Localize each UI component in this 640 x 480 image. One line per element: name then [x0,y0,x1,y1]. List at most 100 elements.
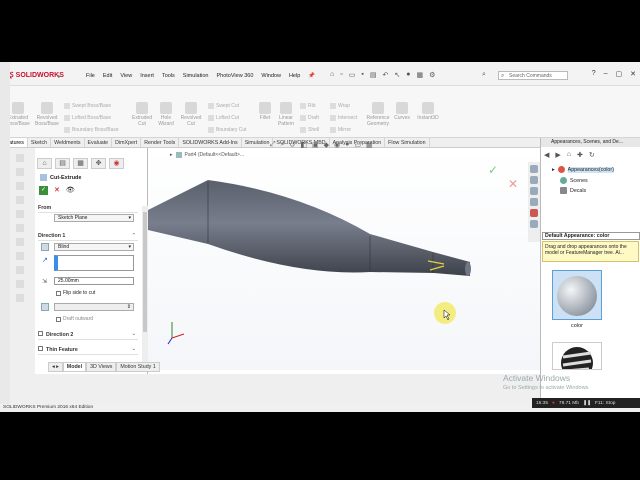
tool-icon[interactable] [16,252,24,260]
design-library-icon[interactable] [530,176,538,184]
appearance-swatch-color[interactable] [552,270,602,320]
tool-icon[interactable] [16,224,24,232]
curves-button[interactable]: Curves [392,102,412,122]
view-settings-icon[interactable]: ▦ [366,141,373,149]
direction1-section-header[interactable]: Direction 1 ⌃ [38,233,138,241]
menu-tools[interactable]: Tools [162,73,175,79]
rib-button[interactable]: Rib [300,103,316,109]
tab-weldments[interactable]: Weldments [51,138,85,147]
wrap-button[interactable]: Wrap [330,103,350,109]
menu-file[interactable]: File [86,73,95,79]
rebuild-icon[interactable]: ● [406,71,410,79]
flip-side-checkbox[interactable]: Flip side to cut [56,290,95,296]
reference-geometry-button[interactable]: Reference Geometry [363,102,393,127]
tab-simulation[interactable]: Simulation [242,138,274,147]
tab-solidworks-addins[interactable]: SOLIDWORKS Add-Ins [179,138,242,147]
previous-view-icon[interactable]: ↺ [290,141,296,149]
lofted-cut-button[interactable]: Lofted Cut [208,115,239,121]
fillet-button[interactable]: Fillet [254,102,276,122]
configuration-manager-tab-icon[interactable]: ▦ [73,158,88,169]
confirm-corner-ok-icon[interactable]: ✓ [488,163,498,177]
tool-icon[interactable] [16,182,24,190]
tab-render-tools[interactable]: Render Tools [141,138,180,147]
end-condition-dropdown[interactable]: Blind ▾ [54,243,134,251]
boundary-boss-button[interactable]: Boundary Boss/Base [64,127,119,133]
tool-icon[interactable] [16,266,24,274]
tab-model[interactable]: Model [62,362,87,372]
search-dropdown-icon[interactable]: ⌕ [482,71,486,79]
display-style-icon[interactable]: ◆ [324,141,329,149]
solidworks-resources-icon[interactable] [530,165,538,173]
forward-icon[interactable]: ▶ [555,151,560,159]
custom-properties-icon[interactable] [530,220,538,228]
from-section-header[interactable]: From [38,205,138,213]
feature-manager-tab-icon[interactable]: ⌂ [37,158,52,169]
tree-item-appearances[interactable]: ▸ Appearances(color) [552,166,614,173]
draft-button[interactable]: Draft [300,115,319,121]
apply-scene-icon[interactable]: ▭ [354,141,361,149]
menu-simulation[interactable]: Simulation [183,73,209,79]
home-icon[interactable]: ⌂ [330,71,334,79]
mirror-button[interactable]: Mirror [330,127,351,133]
view-orientation-icon[interactable]: ▣ [312,141,319,149]
feature-tree-flyout[interactable]: ▸ Part4 (Default<<Default>... [170,152,244,158]
hide-show-icon[interactable]: ◉ [334,141,340,149]
from-dropdown[interactable]: Sketch Plane ▾ [54,214,134,222]
tree-item-scenes[interactable]: Scenes [560,177,588,184]
tool-icon[interactable] [16,154,24,162]
direction-selection-box[interactable] [54,255,134,271]
display-manager-tab-icon[interactable]: ◉ [109,158,124,169]
graphics-viewport[interactable] [148,148,540,370]
thin-feature-section[interactable]: Thin Feature ⌄ [38,346,138,355]
search-commands-input[interactable]: ⌕ Search Commands [498,71,568,80]
tree-item-decals[interactable]: Decals [560,187,586,194]
home-icon[interactable]: ⌂ [567,151,571,159]
tab-flow-simulation[interactable]: Flow Simulation [385,138,430,147]
undo-icon[interactable]: ↶ [382,71,388,79]
print-icon[interactable]: ▤ [370,71,377,79]
menu-insert[interactable]: Insert [140,73,154,79]
revolved-cut-button[interactable]: Revolved Cut [177,102,205,127]
tool-icon[interactable] [16,294,24,302]
depth-input[interactable]: 25.00mm [54,277,134,285]
revolved-boss-button[interactable]: Revolved Boss/Base [33,102,61,127]
cancel-button[interactable]: ✕ [54,186,60,195]
panel-scrollbar-thumb[interactable] [143,212,147,332]
draft-angle-input[interactable]: ⇕ [54,303,134,311]
pause-icon[interactable]: ❚❚ [583,401,591,406]
close-button[interactable]: ✕ [630,70,636,78]
add-to-library-icon[interactable]: ✚ [577,151,583,159]
direction2-section[interactable]: Direction 2 ⌄ [38,331,138,340]
tool-icon[interactable] [16,168,24,176]
back-icon[interactable]: ◀ [544,151,549,159]
boundary-cut-button[interactable]: Boundary Cut [208,127,247,133]
reverse-direction-icon[interactable] [41,243,49,251]
open-icon[interactable]: ▭ [349,71,356,79]
app-logo[interactable]: ᗪꟅSOLIDWORKS [4,70,64,80]
ok-button[interactable]: ✓ [39,186,48,195]
linear-pattern-button[interactable]: Linear Pattern [274,102,298,127]
menu-help[interactable]: Help [289,73,300,79]
extruded-cut-button[interactable]: Extruded Cut [128,102,156,127]
tool-icon[interactable] [16,196,24,204]
tool-icon[interactable] [16,210,24,218]
select-icon[interactable]: ↖ [394,71,400,79]
menu-window[interactable]: Window [261,73,281,79]
view-palette-icon[interactable] [530,198,538,206]
minimize-button[interactable]: – [604,70,608,78]
refresh-icon[interactable]: ↻ [589,151,595,159]
tab-evaluate[interactable]: Evaluate [85,138,113,147]
tool-icon[interactable] [16,238,24,246]
help-icon[interactable]: ? [592,70,596,78]
swept-cut-button[interactable]: Swept Cut [208,103,239,109]
scroll-tabs-icon[interactable]: ◂ ▸ [48,362,63,372]
swept-boss-button[interactable]: Swept Boss/Base [64,103,111,109]
options-icon[interactable]: ⚙ [429,71,435,79]
draft-outward-checkbox[interactable]: Draft outward [56,316,93,322]
menu-view[interactable]: View [120,73,132,79]
tab-sketch[interactable]: Sketch [28,138,52,147]
instant3d-button[interactable]: Instant3D [415,102,441,122]
file-explorer-icon[interactable] [530,187,538,195]
draft-icon[interactable] [41,303,49,311]
tab-dimxpert[interactable]: DimXpert [112,138,142,147]
